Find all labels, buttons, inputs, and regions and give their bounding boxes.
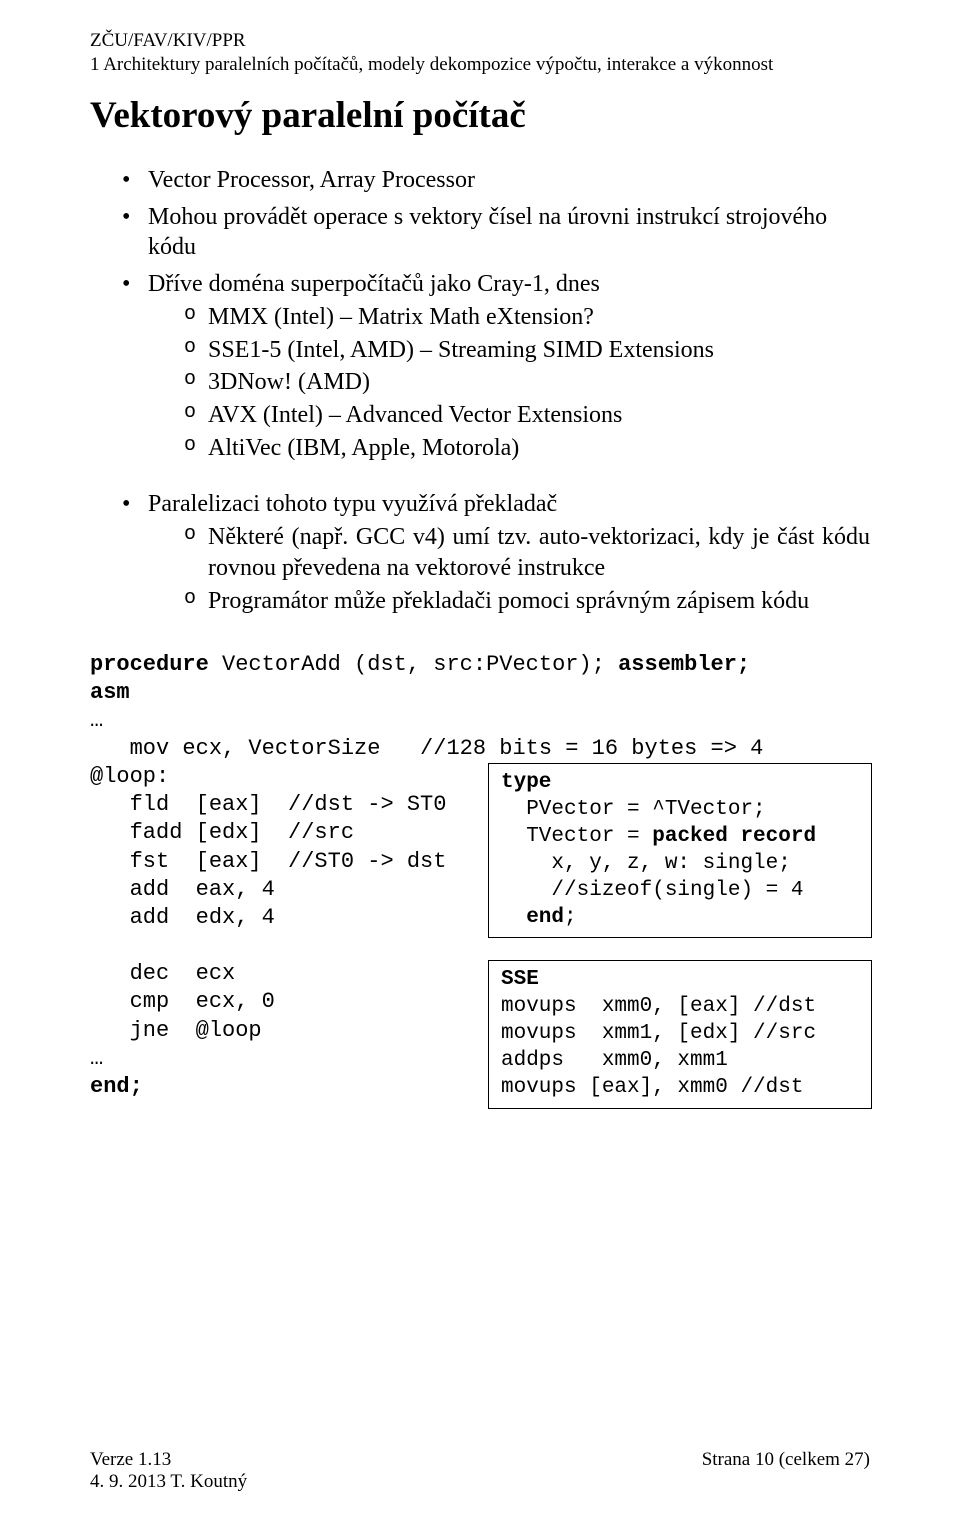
sse-box: SSE movups xmm0, [eax] //dst movups xmm1… — [488, 960, 872, 1108]
type-box: type PVector = ^TVector; TVector = packe… — [488, 763, 872, 938]
code-keyword: procedure — [90, 652, 209, 677]
bullet-item: Mohou provádět operace s vektory čísel n… — [122, 202, 870, 263]
code-text: fadd [edx] //src — [90, 820, 354, 845]
header-line-2: 1 Architektury paralelních počítačů, mod… — [90, 54, 870, 76]
box-keyword: SSE — [501, 968, 539, 991]
footer-right: Strana 10 (celkem 27) — [702, 1449, 870, 1493]
code-text: mov ecx, VectorSize //128 bits = 16 byte… — [90, 736, 763, 761]
code-text: fst [eax] //ST0 -> dst — [90, 849, 446, 874]
box-text: PVector = ^TVector; — [501, 798, 766, 821]
sub-bullet-item: AltiVec (IBM, Apple, Motorola) — [184, 433, 870, 464]
sub-bullet-list: MMX (Intel) – Matrix Math eXtension? SSE… — [148, 302, 870, 464]
box-text: movups xmm0, [eax] //dst — [501, 995, 816, 1018]
box-keyword: packed record — [652, 825, 816, 848]
bullet-item: Dříve doména superpočítačů jako Cray-1, … — [122, 269, 870, 463]
box-text: x, y, z, w: single; — [501, 852, 791, 875]
bullet-item: Vector Processor, Array Processor — [122, 165, 870, 196]
box-text: ; — [564, 906, 577, 929]
box-keyword: type — [501, 771, 551, 794]
code-text: fld [eax] //dst -> ST0 — [90, 792, 446, 817]
footer-version: Verze 1.13 — [90, 1449, 247, 1471]
box-text: movups [eax], xmm0 //dst — [501, 1076, 803, 1099]
sub-bullet-list: Některé (např. GCC v4) umí tzv. auto-vek… — [148, 522, 870, 616]
code-text: … — [90, 1046, 103, 1071]
code-keyword: assembler; — [618, 652, 750, 677]
page-footer: Verze 1.13 4. 9. 2013 T. Koutný Strana 1… — [90, 1449, 870, 1493]
sub-bullet-item: Některé (např. GCC v4) umí tzv. auto-vek… — [184, 522, 870, 583]
code-text: dec ecx — [90, 961, 235, 986]
box-text: //sizeof(single) = 4 — [501, 879, 803, 902]
bullet-text: Dříve doména superpočítačů jako Cray-1, … — [148, 271, 600, 297]
header-line-1: ZČU/FAV/KIV/PPR — [90, 30, 870, 52]
bullet-item: Paralelizaci tohoto typu využívá překlad… — [122, 489, 870, 616]
code-keyword: asm — [90, 680, 130, 705]
box-keyword: end — [501, 906, 564, 929]
page-title: Vektorový paralelní počítač — [90, 94, 870, 137]
loop-block: @loop: fld [eax] //dst -> ST0 fadd [edx]… — [90, 763, 870, 1101]
sub-bullet-item: AVX (Intel) – Advanced Vector Extensions — [184, 400, 870, 431]
code-keyword: end; — [90, 1074, 143, 1099]
bullet-list-2: Paralelizaci tohoto typu využívá překlad… — [90, 489, 870, 616]
code-text: add eax, 4 — [90, 877, 275, 902]
sub-bullet-item: SSE1-5 (Intel, AMD) – Streaming SIMD Ext… — [184, 335, 870, 366]
footer-date-author: 4. 9. 2013 T. Koutný — [90, 1471, 247, 1493]
sub-bullet-item: Programátor může překladači pomoci správ… — [184, 586, 870, 617]
code-text: cmp ecx, 0 — [90, 989, 275, 1014]
bullet-list: Vector Processor, Array Processor Mohou … — [90, 165, 870, 463]
box-text: TVector = — [501, 825, 652, 848]
boxes-column: type PVector = ^TVector; TVector = packe… — [488, 763, 872, 1131]
box-text: addps xmm0, xmm1 — [501, 1049, 728, 1072]
code-text: jne @loop — [90, 1018, 262, 1043]
sub-bullet-item: 3DNow! (AMD) — [184, 367, 870, 398]
sub-bullet-item: MMX (Intel) – Matrix Math eXtension? — [184, 302, 870, 333]
code-text: … — [90, 708, 103, 733]
code-block: procedure VectorAdd (dst, src:PVector); … — [90, 622, 870, 1101]
code-text: add edx, 4 — [90, 905, 275, 930]
footer-left: Verze 1.13 4. 9. 2013 T. Koutný — [90, 1449, 247, 1493]
bullet-text: Paralelizaci tohoto typu využívá překlad… — [148, 491, 557, 517]
code-text: VectorAdd (dst, src:PVector); — [209, 652, 618, 677]
box-text: movups xmm1, [edx] //src — [501, 1022, 816, 1045]
code-text: @loop: — [90, 764, 169, 789]
